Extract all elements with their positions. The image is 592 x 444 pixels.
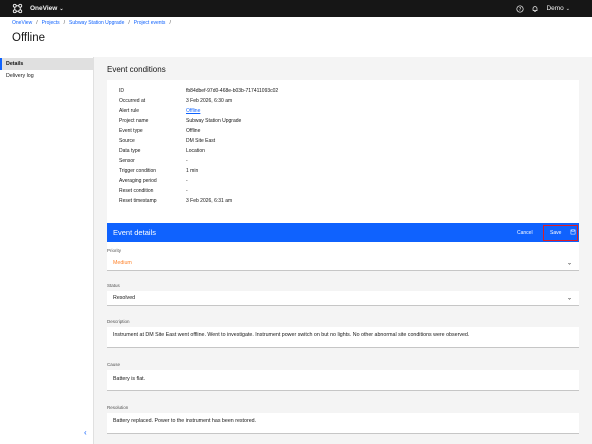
save-button[interactable]: Save: [543, 225, 578, 241]
condition-row: Reset condition -: [119, 188, 188, 194]
condition-row: Averaging period -: [119, 178, 188, 184]
chevron-down-icon: ⌄: [565, 5, 570, 12]
condition-row: Sensor -: [119, 158, 188, 164]
alert-rule-link[interactable]: Offline: [186, 108, 200, 114]
top-header: OneView ⌄ ? Demo ⌄: [0, 0, 592, 17]
main-content: Event conditions ID fb84dbef-97d0-468e-b0…: [94, 57, 592, 444]
condition-row: Alert rule Offline: [119, 108, 201, 114]
help-icon[interactable]: ?: [516, 4, 525, 13]
sidebar-item-details[interactable]: Details: [0, 58, 93, 70]
condition-row: Trigger condition 1 min: [119, 168, 199, 174]
description-value: Instrument at DM Site East went offline.…: [113, 332, 470, 338]
condition-row: Project name Subway Station Upgrade: [119, 118, 242, 124]
resolution-textarea[interactable]: Battery replaced. Power to the instrumen…: [107, 413, 579, 434]
save-label: Save: [550, 230, 562, 236]
description-label: Description: [107, 319, 130, 324]
sidebar: Details Delivery log: [0, 57, 94, 444]
notification-icon[interactable]: [531, 5, 539, 13]
condition-row: Source DM Site East: [119, 138, 216, 144]
cause-label: Cause: [107, 362, 121, 367]
breadcrumb-item[interactable]: Project events: [134, 20, 166, 26]
collapse-chevron-icon[interactable]: ‹: [84, 428, 87, 437]
breadcrumb-item[interactable]: Subway Station Upgrade: [69, 20, 124, 26]
event-details-title: Event details: [113, 228, 156, 237]
description-textarea[interactable]: Instrument at DM Site East went offline.…: [107, 327, 579, 348]
cause-value: Battery is flat.: [113, 376, 146, 382]
priority-label: Priority: [107, 248, 122, 253]
status-label: Status: [107, 283, 120, 288]
app-title-menu[interactable]: OneView ⌄: [30, 5, 64, 12]
page-title: Offline: [12, 32, 46, 44]
chevron-down-icon: ⌄: [59, 5, 64, 12]
condition-row: Occurred at 3 Feb 2026, 6:30 am: [119, 98, 233, 104]
status-value: Resolved: [113, 295, 136, 301]
breadcrumb: OneView / Projects / Subway Station Upgrad…: [12, 20, 171, 26]
breadcrumb-item[interactable]: Projects: [42, 20, 60, 26]
status-select[interactable]: Resolved ⌄: [107, 291, 579, 306]
cause-textarea[interactable]: Battery is flat.: [107, 370, 579, 391]
resolution-value: Battery replaced. Power to the instrumen…: [113, 418, 257, 424]
app-switcher-icon[interactable]: [8, 0, 26, 17]
priority-select[interactable]: Medium ⌄: [107, 256, 579, 271]
event-conditions-title: Event conditions: [107, 65, 166, 74]
event-conditions-card: ID fb84dbef-97d0-468e-b03b-717411093c02 O…: [107, 80, 579, 271]
cancel-button[interactable]: Cancel: [517, 230, 533, 236]
priority-value: Medium: [113, 260, 132, 266]
condition-row: Reset timestamp 3 Feb 2026, 6:31 am: [119, 198, 233, 204]
condition-row: ID fb84dbef-97d0-468e-b03b-717411093c02: [119, 88, 279, 94]
sidebar-item-delivery-log[interactable]: Delivery log: [0, 70, 93, 82]
breadcrumb-item[interactable]: OneView: [12, 20, 32, 26]
user-menu[interactable]: Demo ⌄: [546, 5, 570, 12]
condition-row: Event type Offline: [119, 128, 201, 134]
chevron-down-icon: ⌄: [566, 295, 572, 302]
app-title: OneView: [30, 5, 58, 12]
resolution-label: Resolution: [107, 405, 129, 410]
save-icon: [570, 229, 576, 237]
event-details-header: Event details Cancel Save: [107, 223, 579, 242]
condition-row: Data type Location: [119, 148, 205, 154]
user-name: Demo: [546, 5, 564, 12]
chevron-down-icon: ⌄: [566, 260, 572, 267]
